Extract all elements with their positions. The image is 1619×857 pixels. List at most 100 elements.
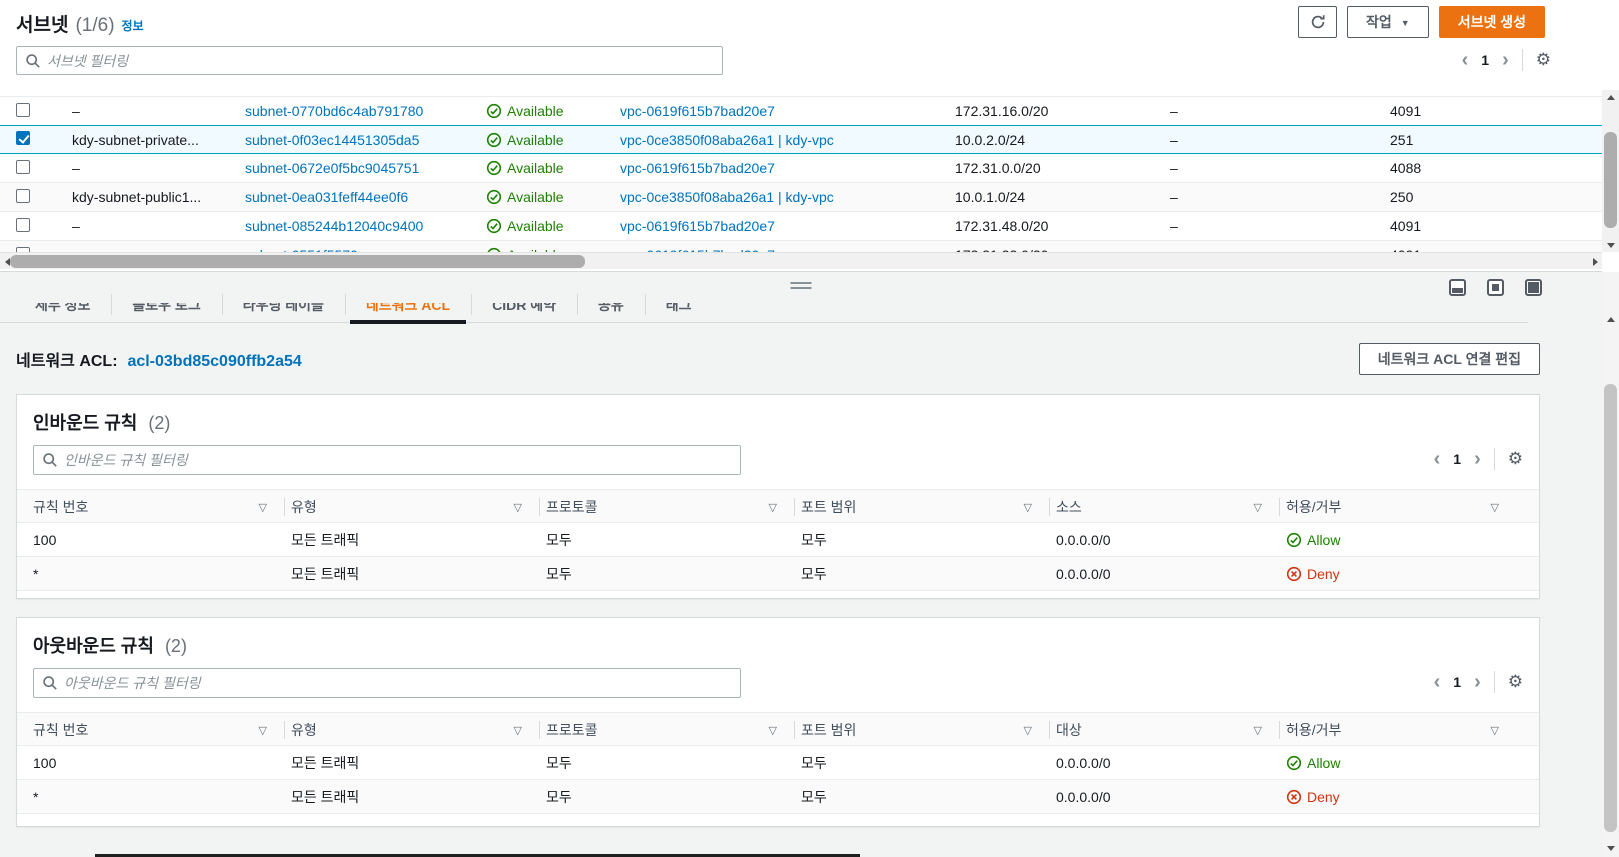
ipv6-cidr-cell: – [1170, 131, 1178, 148]
outbound-rule-row: * 모든 트래픽 모두 모두 0.0.0.0/0 Deny [17, 780, 1539, 814]
column-header: 프로토콜 [546, 722, 598, 738]
tab-flow-logs[interactable]: 플로우 로그 [111, 289, 221, 322]
vpc-link[interactable]: vpc-0619f615b7bad20e7 [620, 103, 955, 119]
tab-sharing[interactable]: 공유 [576, 289, 645, 322]
scroll-thumb[interactable] [1604, 132, 1617, 228]
next-page-button[interactable]: › [1474, 449, 1481, 469]
prev-page-button[interactable]: ‹ [1462, 50, 1469, 70]
subnet-id-link[interactable]: subnet-0672e0f5bc9045751 [245, 160, 486, 176]
subnet-id-link[interactable]: subnet-0f03ec14451305da5 [245, 132, 486, 148]
subnet-name-cell: kdy-subnet-public1... [72, 189, 202, 205]
row-checkbox[interactable] [16, 217, 30, 232]
current-page[interactable]: 1 [1453, 451, 1461, 467]
inbound-filter-input[interactable] [64, 452, 732, 468]
type-cell: 모든 트래픽 [291, 788, 360, 805]
tab-tags[interactable]: 태그 [644, 289, 713, 322]
filter-icon[interactable]: ▽ [514, 501, 522, 514]
state-label: Available [507, 160, 564, 176]
state-cell: Available [486, 189, 620, 205]
settings-gear-icon[interactable]: ⚙ [1536, 51, 1551, 69]
scroll-down-arrow[interactable] [1602, 238, 1619, 252]
outbound-filter-input[interactable] [64, 675, 732, 691]
filter-icon[interactable]: ▽ [769, 501, 777, 514]
scroll-thumb[interactable] [10, 255, 585, 268]
refresh-icon [1311, 15, 1325, 29]
current-page[interactable]: 1 [1453, 674, 1461, 690]
filter-icon[interactable]: ▽ [259, 724, 267, 737]
source-cell: 0.0.0.0/0 [1056, 565, 1111, 582]
subnet-id-link[interactable]: subnet-0ea031feff44ee0f6 [245, 189, 486, 205]
edit-network-acl-association-button[interactable]: 네트워크 ACL 연결 편집 [1358, 343, 1540, 375]
filter-icon[interactable]: ▽ [769, 724, 777, 737]
network-acl-id-link[interactable]: acl-03bd85c090ffb2a54 [127, 353, 301, 370]
state-cell: Available [486, 103, 620, 119]
table-vertical-scrollbar[interactable] [1602, 90, 1619, 252]
subnet-list-section: 서브넷 (1/6) 정보 작업 ▼ 서브넷 생성 ‹ 1 [0, 0, 1619, 271]
scroll-up-arrow[interactable] [1602, 312, 1619, 326]
scroll-down-arrow[interactable] [1602, 841, 1619, 855]
table-row-partial[interactable]: – subnet-0551f5570 Available vpc-0619f61… [0, 241, 1602, 252]
filter-icon[interactable]: ▽ [259, 501, 267, 514]
info-link[interactable]: 정보 [122, 17, 144, 34]
outbound-filter [33, 668, 741, 698]
filter-icon[interactable]: ▽ [1491, 501, 1499, 514]
prev-page-button[interactable]: ‹ [1434, 449, 1441, 469]
check-circle-icon [486, 103, 502, 119]
protocol-cell: 모두 [546, 565, 572, 582]
filter-icon[interactable]: ▽ [1024, 724, 1032, 737]
vpc-link[interactable]: vpc-0619f615b7bad20e7 [620, 160, 955, 176]
table-row[interactable]: kdy-subnet-public1... subnet-0ea031feff4… [0, 183, 1602, 212]
column-header: 소스 [1056, 499, 1082, 515]
settings-gear-icon[interactable]: ⚙ [1508, 673, 1523, 691]
next-page-button[interactable]: › [1474, 672, 1481, 692]
tab-cidr-reservations[interactable]: CIDR 예약 [471, 289, 577, 322]
row-checkbox[interactable] [16, 188, 30, 203]
filter-icon[interactable]: ▽ [1254, 501, 1262, 514]
subnet-id-link[interactable]: subnet-0770bd6c4ab791780 [245, 103, 486, 119]
outbound-rules-title: 아웃바운드 규칙 (2) [17, 618, 1539, 658]
scroll-up-arrow[interactable] [1602, 90, 1619, 104]
available-ips-cell: 4091 [1390, 218, 1422, 234]
filter-icon[interactable]: ▽ [514, 724, 522, 737]
type-cell: 모든 트래픽 [291, 531, 360, 548]
tab-details[interactable]: 세부 정보 [14, 289, 111, 322]
current-page[interactable]: 1 [1481, 52, 1489, 68]
refresh-button[interactable] [1298, 6, 1338, 38]
settings-gear-icon[interactable]: ⚙ [1508, 450, 1523, 468]
header-buttons: 작업 ▼ 서브넷 생성 [1298, 6, 1545, 38]
table-horizontal-scrollbar[interactable] [0, 252, 1602, 269]
outbound-rule-row: 100 모든 트래픽 모두 모두 0.0.0.0/0 Allow [17, 746, 1539, 780]
row-checkbox[interactable] [16, 102, 30, 117]
table-row[interactable]: – subnet-0770bd6c4ab791780 Available vpc… [0, 97, 1602, 126]
scroll-right-arrow[interactable] [1588, 253, 1602, 270]
next-page-button[interactable]: › [1502, 50, 1509, 70]
filter-icon[interactable]: ▽ [1491, 724, 1499, 737]
cidr-cell: 172.31.48.0/20 [955, 218, 1049, 234]
vpc-link[interactable]: vpc-0ce3850f08aba26a1 | kdy-vpc [620, 132, 955, 148]
vpc-link[interactable]: vpc-0ce3850f08aba26a1 | kdy-vpc [620, 189, 955, 205]
filter-icon[interactable]: ▽ [1024, 501, 1032, 514]
table-row[interactable]: – subnet-0672e0f5bc9045751 Available vpc… [0, 154, 1602, 183]
row-checkbox-checked[interactable] [16, 131, 30, 145]
panel-drag-handle-icon[interactable] [790, 282, 812, 289]
table-row[interactable]: – subnet-085244b12040c9400 Available vpc… [0, 212, 1602, 241]
filter-icon[interactable]: ▽ [1254, 724, 1262, 737]
search-icon [43, 676, 57, 690]
x-circle-icon [1286, 566, 1302, 581]
panel-vertical-scrollbar[interactable] [1602, 272, 1619, 857]
scroll-thumb[interactable] [1604, 384, 1617, 832]
outbound-title-text: 아웃바운드 규칙 [33, 636, 154, 656]
rule-number-cell: 100 [33, 754, 57, 771]
subnet-filter-input[interactable] [47, 52, 714, 69]
protocol-cell: 모두 [546, 531, 572, 548]
actions-dropdown-button[interactable]: 작업 ▼ [1347, 6, 1429, 38]
vpc-link[interactable]: vpc-0619f615b7bad20e7 [620, 218, 955, 234]
tab-route-table[interactable]: 라우팅 테이블 [221, 289, 345, 322]
row-checkbox[interactable] [16, 159, 30, 174]
tab-network-acl[interactable]: 네트워크 ACL [344, 289, 471, 324]
subnet-id-link[interactable]: subnet-085244b12040c9400 [245, 218, 486, 234]
prev-page-button[interactable]: ‹ [1434, 672, 1441, 692]
subnet-filter [16, 46, 723, 75]
table-row-selected[interactable]: kdy-subnet-private... subnet-0f03ec14451… [0, 125, 1602, 154]
create-subnet-button[interactable]: 서브넷 생성 [1438, 6, 1545, 38]
